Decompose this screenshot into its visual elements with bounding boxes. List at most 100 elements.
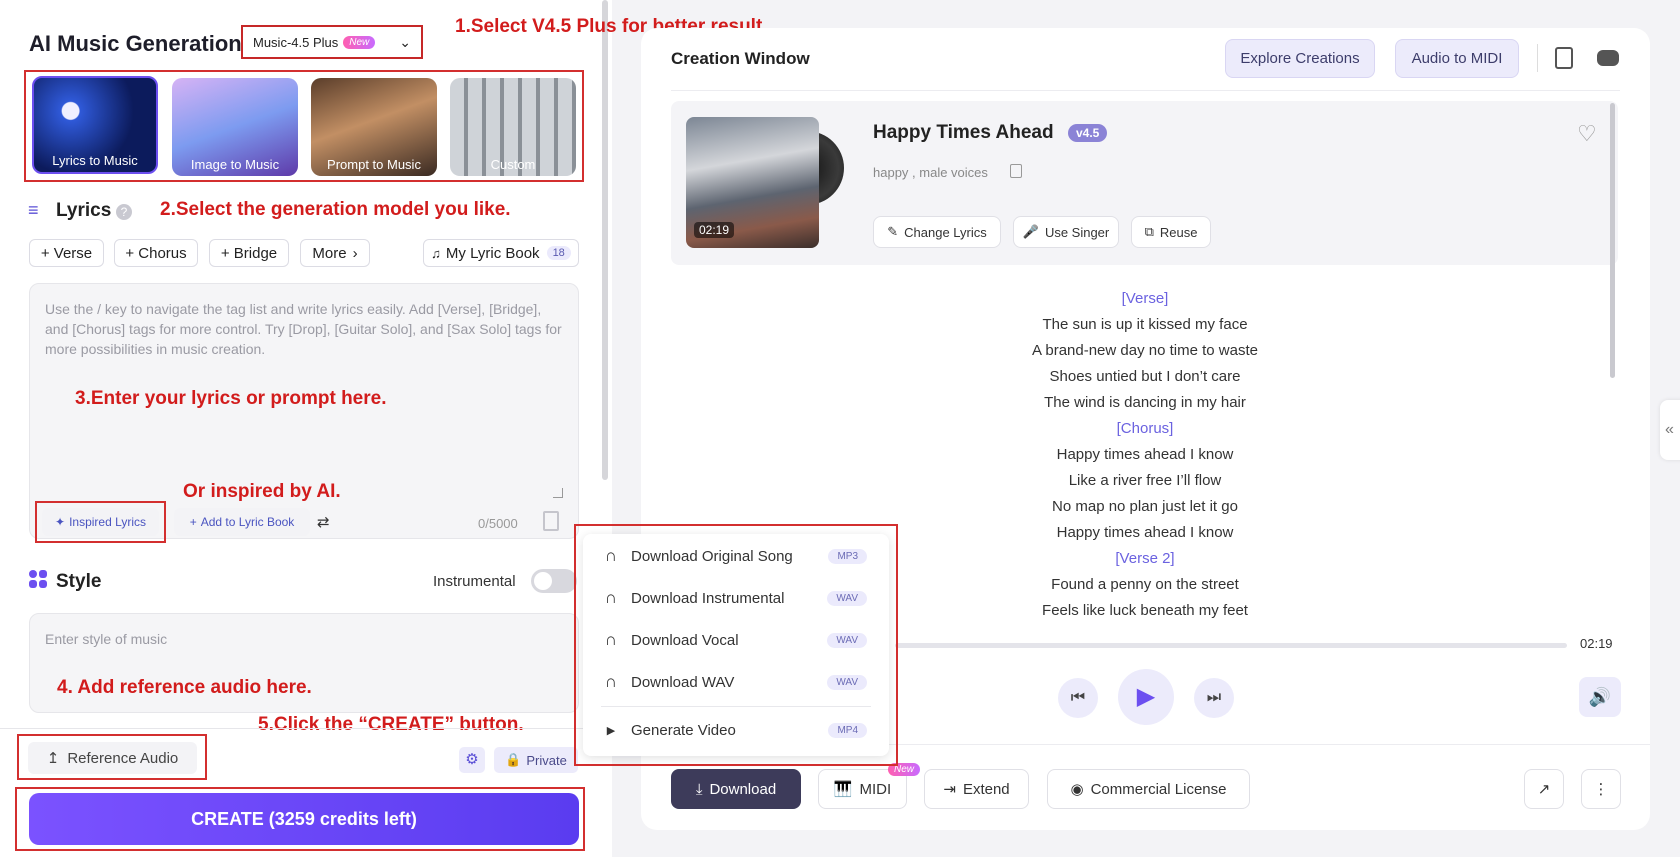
reference-audio-button[interactable]: ↥ Reference Audio [28,742,197,774]
instrumental-toggle[interactable] [531,569,577,593]
copy-icon[interactable] [1010,164,1022,178]
resize-handle[interactable] [553,488,563,498]
midi-label: MIDI [859,780,892,798]
headphones-icon: ∩ [604,588,618,607]
format-badge: MP4 [828,722,867,738]
settings-gear-icon[interactable]: ⚙ [459,747,485,773]
download-option[interactable]: ∩ Download Original Song MP3 [583,536,889,576]
left-scrollbar[interactable] [602,0,608,480]
lyric-book-count: 18 [546,246,571,260]
trash-icon[interactable] [543,511,559,531]
upload-icon: ↥ [46,750,60,767]
lyrics-placeholder: Use the / key to navigate the tag list a… [45,301,562,357]
total-time: 02:19 [1580,636,1613,651]
song-tags: happy , male voices [873,165,988,180]
reuse-icon: ⧉ [1144,224,1154,239]
play-button[interactable]: ▶ [1118,669,1174,725]
change-lyrics-button[interactable]: ✎ Change Lyrics [873,216,1001,248]
generate-video-option[interactable]: ▶ Generate Video MP4 [583,710,889,750]
download-label: Download [709,780,777,798]
edit-icon: ✎ [887,224,899,239]
lyric-book-label: My Lyric Book [445,244,540,262]
private-toggle[interactable]: 🔒 Private [494,747,578,773]
audio-to-midi-button[interactable]: Audio to MIDI [1395,39,1519,78]
more-button[interactable]: More › [300,239,370,267]
lyric-book-button[interactable]: ♫ My Lyric Book 18 [423,239,579,267]
style-icon [29,570,47,588]
card-label: Prompt to Music [327,157,421,172]
annotation-2: 2.Select the generation model you like. [160,199,511,220]
lyric-line: Happy times ahead I know [1056,524,1234,541]
card-custom[interactable]: Custom [450,78,576,176]
use-singer-button[interactable]: 🎤 Use Singer [1013,216,1119,248]
heart-icon[interactable]: ♡ [1577,121,1597,147]
video-icon: ▶ [606,724,616,737]
download-option[interactable]: ∩ Download Instrumental WAV [583,578,889,618]
collapse-icon[interactable]: « [1660,400,1680,460]
instrumental-label: Instrumental [433,573,516,590]
card-label: Image to Music [190,157,280,172]
commercial-license-button[interactable]: ◉ Commercial License [1047,769,1250,809]
lyrics-heading: Lyrics [56,200,112,221]
lyric-section-tag: [Verse] [1121,290,1169,307]
inspired-lyrics-button[interactable]: ✦ Inspired Lyrics [42,508,159,536]
download-option[interactable]: ∩ Download Vocal WAV [583,620,889,660]
lyric-line: Feels like luck beneath my feet [1042,602,1248,619]
change-lyrics-label: Change Lyrics [904,224,987,240]
progress-bar[interactable] [895,643,1567,648]
lyrics-icon: ≡ [28,200,39,220]
inspired-label: Inspired Lyrics [69,515,146,529]
previous-track-icon[interactable]: ⏮ [1058,678,1098,718]
download-option[interactable]: ∩ Download WAV WAV [583,662,889,702]
lyric-line: The sun is up it kissed my face [1042,316,1248,333]
card-prompt-to-music[interactable]: Prompt to Music [311,78,437,176]
extend-label: Extend [962,780,1010,798]
add-to-lyric-book-button[interactable]: + Add to Lyric Book [174,508,310,536]
headphones-icon: ∩ [604,546,618,565]
format-badge: WAV [827,632,867,648]
menu-divider [601,706,871,707]
share-icon[interactable]: ↗ [1524,769,1564,809]
next-track-icon[interactable]: ⏭ [1194,678,1234,718]
card-image-to-music[interactable]: Image to Music [172,78,298,176]
private-label: Private [526,752,567,768]
model-select-label: Music-4.5 Plus [253,34,339,50]
lyric-line: Happy times ahead I know [1056,446,1234,463]
divider [1537,44,1538,72]
help-icon[interactable]: ? [116,204,132,220]
card-label: Custom [490,157,536,172]
lyric-line: The wind is dancing in my hair [1044,394,1246,411]
add-bridge-button[interactable]: + Bridge [209,239,289,267]
style-placeholder: Enter style of music [45,631,168,647]
creation-window-title: Creation Window [671,49,810,68]
download-icon: ⤓ [695,780,703,798]
lyrics-display: [Verse] The sun is up it kissed my face A … [880,290,1410,626]
download-button[interactable]: ⤓ Download [671,769,801,809]
annotation-5: 5.Click the “CREATE” button. [258,714,524,735]
extend-button[interactable]: ⇥ Extend [924,769,1029,809]
more-options-icon[interactable]: ⋮ [1581,769,1621,809]
reuse-button[interactable]: ⧉ Reuse [1131,216,1211,248]
lyric-section-tag: [Verse 2] [1115,550,1175,567]
explore-creations-button[interactable]: Explore Creations [1225,39,1375,78]
card-lyrics-to-music[interactable]: Lyrics to Music [32,76,158,174]
add-chorus-button[interactable]: + Chorus [114,239,198,267]
add-verse-button[interactable]: + Verse [29,239,104,267]
annotation-3b: Or inspired by AI. [183,481,341,502]
lyrics-scrollbar[interactable] [1610,103,1615,378]
chevron-down-icon: ⌄ [399,33,411,50]
char-counter: 0/5000 [478,516,518,531]
style-heading: Style [56,571,102,592]
lock-icon: 🔒 [505,752,522,767]
extend-icon: ⇥ [943,781,956,798]
discord-icon[interactable] [1597,50,1619,66]
song-title: Happy Times Ahead [873,122,1054,143]
lyric-line: Shoes untied but I don’t care [1049,368,1241,385]
volume-icon[interactable]: 🔊 [1579,677,1621,717]
task-list-icon[interactable] [1555,47,1573,69]
model-select[interactable]: Music-4.5 Plus New ⌄ [241,25,423,59]
shuffle-icon[interactable]: ⇄ [317,513,330,531]
license-label: Commercial License [1090,780,1227,798]
option-label: Generate Video [631,721,736,739]
create-button[interactable]: CREATE (3259 credits left) [29,793,579,845]
